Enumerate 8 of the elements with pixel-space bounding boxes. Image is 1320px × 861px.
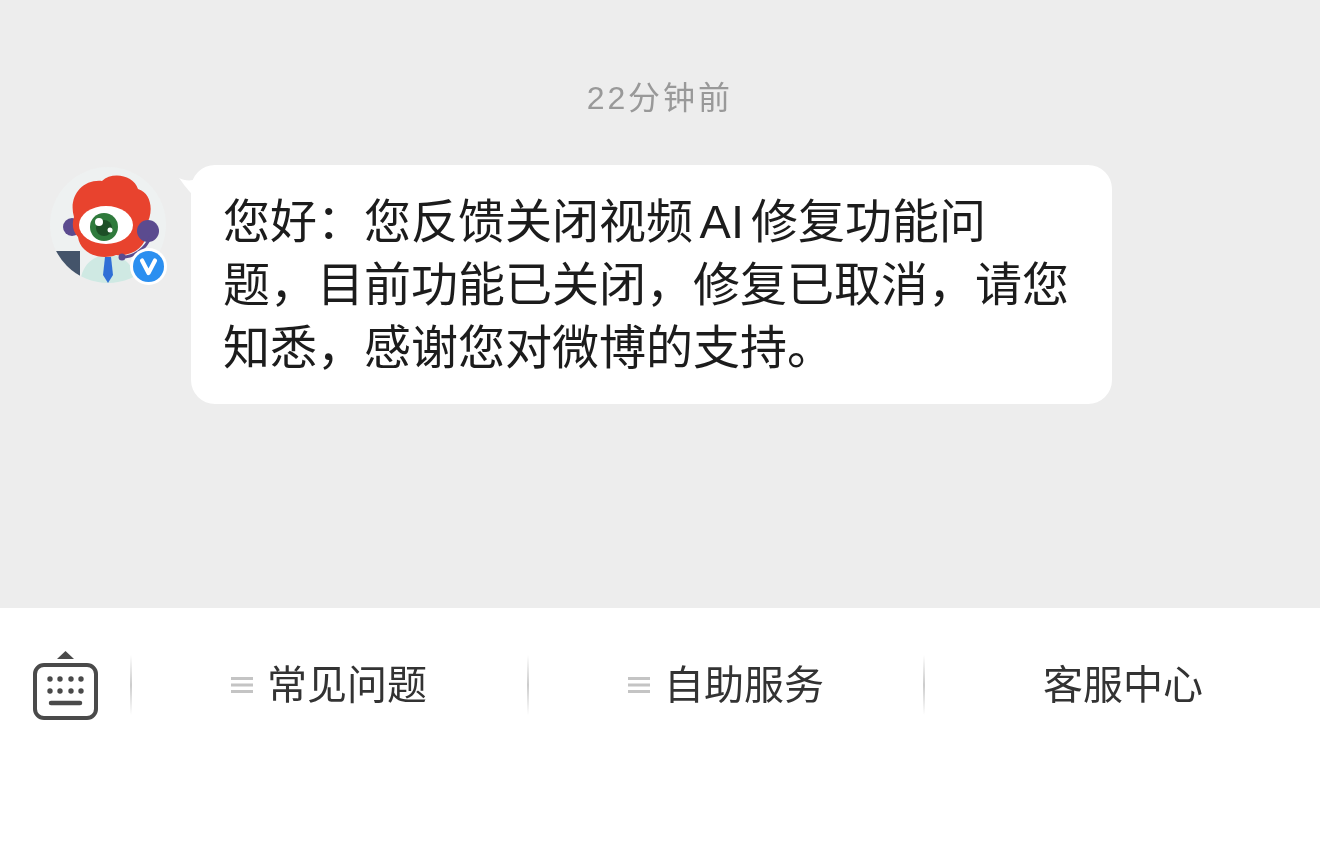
menu-button[interactable]: 自助服务 <box>628 660 824 710</box>
menu-icon <box>628 677 650 693</box>
menu-icon <box>231 677 254 693</box>
timestamp: 22分钟前 <box>586 79 734 118</box>
keyboard-button[interactable] <box>32 650 98 720</box>
menu-button[interactable]: 常见问题 <box>231 660 428 710</box>
keyboard-icon <box>32 650 98 720</box>
menu-button[interactable]: 客服中心 <box>1042 660 1203 710</box>
